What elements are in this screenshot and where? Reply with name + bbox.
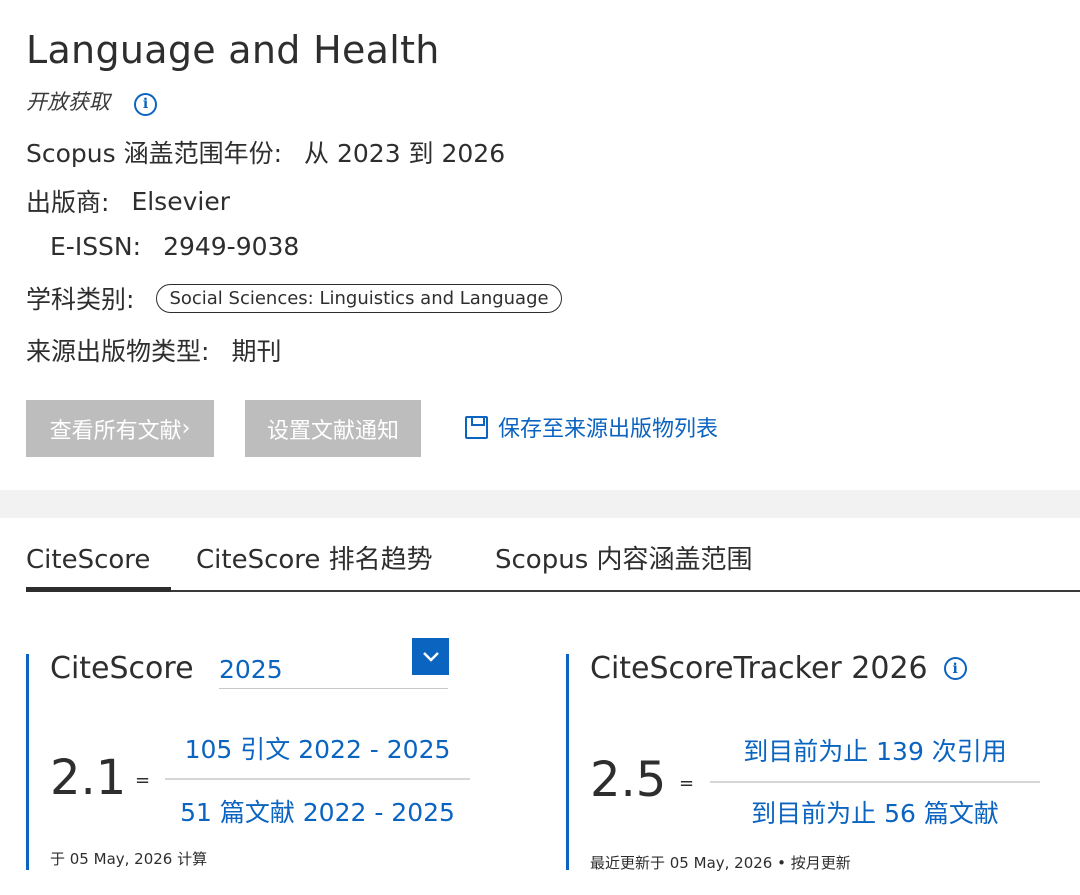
save-to-source-list-label: 保存至来源出版物列表 bbox=[498, 417, 719, 442]
set-document-alert-label: 设置文献通知 bbox=[266, 418, 399, 444]
set-document-alert-button[interactable]: 设置文献通知 bbox=[245, 400, 421, 457]
tracker-value: 2.5 bbox=[590, 752, 667, 808]
citescore-citations-link[interactable]: 105 引文 2022 - 2025 bbox=[165, 730, 470, 766]
source-type-label: 来源出版物类型: bbox=[26, 337, 210, 366]
open-access-label: 开放获取 bbox=[26, 90, 110, 114]
citescore-fraction-line bbox=[165, 778, 470, 780]
coverage-row: Scopus 涵盖范围年份: 从 2023 到 2026 bbox=[26, 134, 505, 170]
issn-label: E-ISSN: bbox=[50, 232, 142, 261]
save-list-icon bbox=[465, 415, 488, 439]
info-icon[interactable]: i bbox=[943, 657, 967, 680]
tracker-title: CiteScoreTracker 2026 bbox=[590, 651, 928, 686]
citescore-card-accent bbox=[26, 654, 29, 870]
open-access-row: 开放获取 i bbox=[26, 86, 157, 116]
publisher-row: 出版商: Elsevier bbox=[26, 183, 230, 219]
metrics-tabs: CiteScore CiteScore 排名趋势 Scopus 内容涵盖范围 bbox=[26, 538, 1080, 592]
tracker-updated-date: 最近更新于 05 May, 2026 • 按月更新 bbox=[590, 854, 851, 872]
citescore-documents-link[interactable]: 51 篇文献 2022 - 2025 bbox=[165, 793, 470, 829]
issn-row: E-ISSN: 2949-9038 bbox=[50, 232, 299, 261]
view-all-documents-button[interactable]: 查看所有文献 › bbox=[26, 400, 214, 457]
tracker-citations-link[interactable]: 到目前为止 139 次引用 bbox=[710, 732, 1040, 768]
publisher-value: Elsevier bbox=[131, 186, 230, 216]
coverage-label: Scopus 涵盖范围年份: bbox=[26, 139, 283, 168]
issn-value: 2949-9038 bbox=[163, 232, 300, 261]
tracker-title-row: CiteScoreTracker 2026 i bbox=[590, 651, 967, 686]
tracker-equals: = bbox=[679, 773, 695, 794]
year-dropdown-button[interactable] bbox=[412, 638, 449, 675]
tracker-card-accent bbox=[566, 654, 569, 870]
subject-label: 学科类别: bbox=[26, 285, 135, 314]
coverage-value: 从 2023 到 2026 bbox=[304, 139, 506, 168]
citescore-year-value: 2025 bbox=[219, 655, 283, 684]
source-type-value: 期刊 bbox=[231, 337, 282, 366]
citescore-title: CiteScore bbox=[50, 651, 194, 686]
view-all-documents-label: 查看所有文献 bbox=[49, 418, 182, 444]
tab-citescore-rank-trend[interactable]: CiteScore 排名趋势 bbox=[196, 538, 433, 590]
citescore-calculated-date: 于 05 May, 2026 计算 bbox=[50, 850, 208, 868]
tracker-documents-link[interactable]: 到目前为止 56 篇文献 bbox=[710, 794, 1040, 830]
chevron-right-icon: › bbox=[181, 416, 191, 441]
citescore-value: 2.1 bbox=[50, 750, 127, 806]
publisher-label: 出版商: bbox=[26, 188, 110, 217]
save-to-source-list-link[interactable]: 保存至来源出版物列表 bbox=[465, 411, 718, 443]
journal-title: Language and Health bbox=[26, 28, 440, 72]
info-icon[interactable]: i bbox=[134, 92, 157, 116]
tab-citescore[interactable]: CiteScore bbox=[26, 538, 171, 592]
subject-area-chip[interactable]: Social Sciences: Linguistics and Languag… bbox=[156, 283, 562, 313]
citescore-equals: = bbox=[135, 770, 151, 791]
source-type-row: 来源出版物类型: 期刊 bbox=[26, 332, 281, 368]
tab-scopus-content-coverage[interactable]: Scopus 内容涵盖范围 bbox=[495, 538, 753, 590]
tracker-fraction-line bbox=[710, 781, 1040, 783]
subject-row: 学科类别: Social Sciences: Linguistics and L… bbox=[26, 280, 562, 316]
chevron-down-icon bbox=[422, 651, 439, 662]
